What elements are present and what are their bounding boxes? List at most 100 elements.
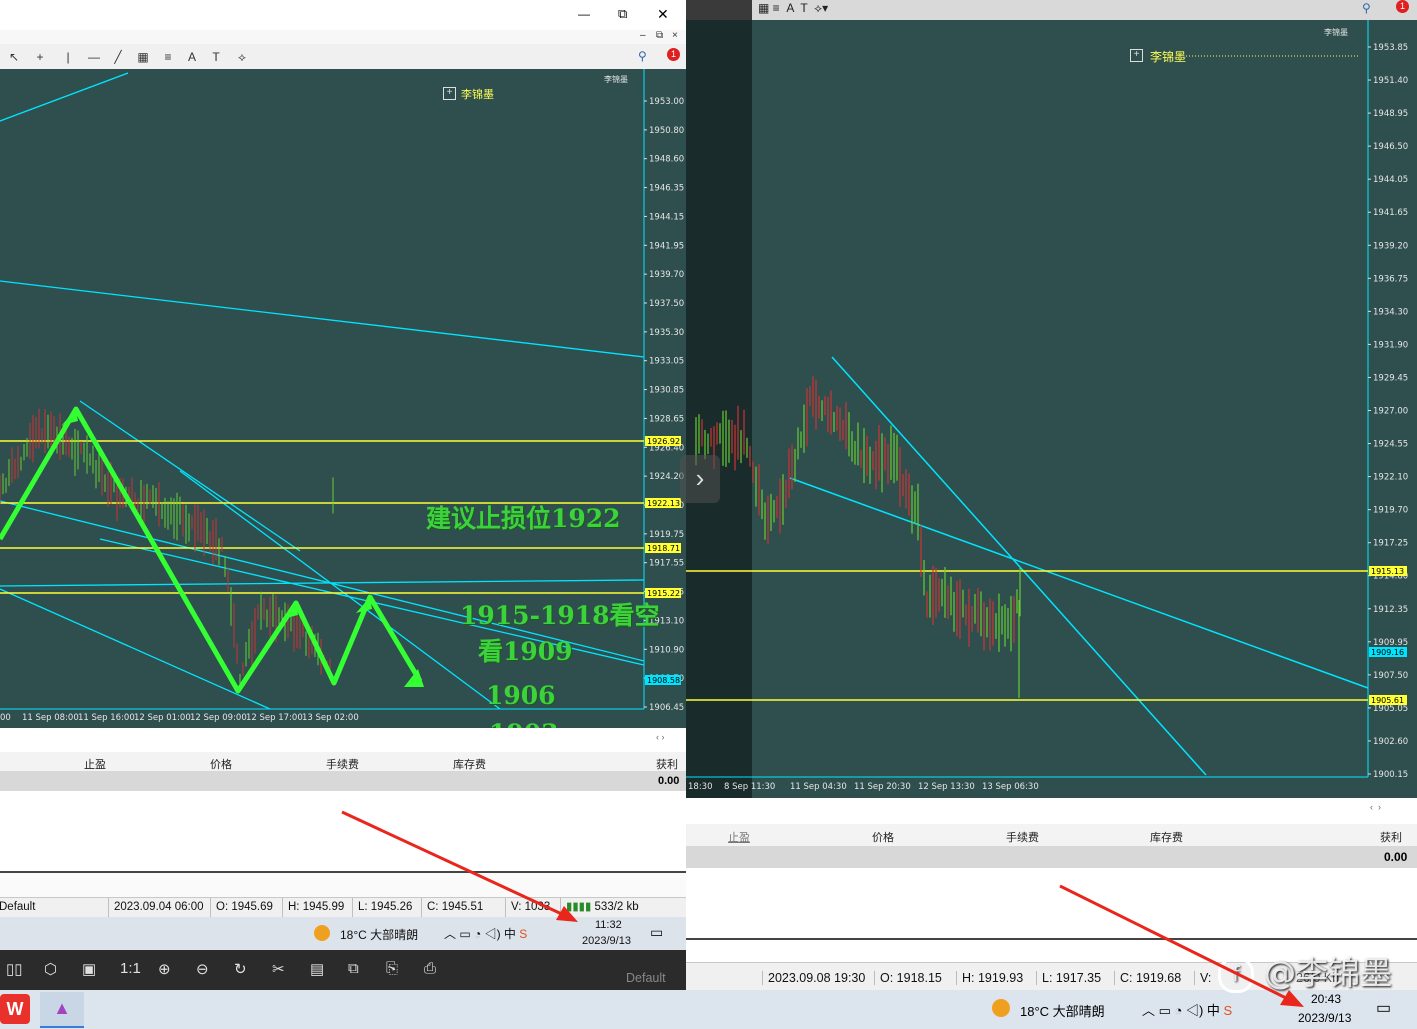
right-status-open: O: 1918.15 (874, 971, 942, 985)
vertical-line-icon[interactable]: | (60, 49, 76, 65)
annotation-stop: 建议止损位1922 (426, 504, 621, 533)
right-toolbar-icons[interactable]: ▦ ≡ A T ⟡▾ (758, 1, 828, 16)
left-zigzag-arrowhead (282, 603, 298, 619)
right-trade-table-header: 止盈 价格 手续费 库存费 获利 (686, 824, 1417, 847)
right-scroll-strip[interactable]: ‹ › (686, 798, 1417, 824)
left-y-tick-label: 1946.35 (649, 184, 684, 194)
left-y-tick-label: 1924.20 (649, 472, 684, 482)
photos-app-icon[interactable]: ▲ (40, 992, 84, 1028)
col-swap[interactable]: 库存费 (453, 756, 486, 772)
next-image-button[interactable]: › (680, 455, 720, 503)
annotation-short: 1915-1918看空 (460, 601, 660, 630)
viewer-tool-icon-4[interactable]: ⊕ (158, 960, 171, 978)
clock-time[interactable]: 11:32 (595, 919, 622, 931)
right-status-volume: V: (1194, 971, 1211, 985)
right-y-tick-label: 1931.90 (1373, 340, 1408, 350)
viewer-tool-icon-11[interactable]: ⎙ (424, 960, 436, 977)
right-alert-badge[interactable]: 1 (1396, 0, 1409, 13)
cursor-icon[interactable]: ↖ (6, 49, 22, 65)
left-taskbar: 18°C 大部晴朗 ︿ ▭ ◔ ◁) 中 S 11:32 2023/9/13 ▭ (0, 917, 686, 950)
channel-icon[interactable]: ▦ (135, 49, 151, 65)
right-trendline (831, 356, 1207, 776)
left-price-tag: 1918.71 (647, 544, 680, 553)
left-window: — ⧉ ✕ – ⧉ × ↖ + | — ╱ ▦ ≡ A T ⟡ ⚲ 1 1953… (0, 0, 686, 950)
col-fee[interactable]: 手续费 (326, 756, 359, 772)
sub-minimize-button[interactable]: – (640, 30, 646, 41)
close-button[interactable]: ✕ (657, 6, 669, 23)
col-price[interactable]: 价格 (210, 756, 232, 772)
horizontal-line-icon[interactable]: — (86, 49, 102, 65)
status-volume: V: 1033 (505, 898, 550, 918)
main-clock-date[interactable]: 2023/9/13 (1298, 1011, 1351, 1025)
left-y-tick-label: 1941.95 (649, 241, 684, 251)
left-scroll-strip[interactable]: ‹ › (0, 728, 686, 752)
viewer-tool-icon-10[interactable]: ⎘ (386, 960, 398, 977)
left-trendline (0, 280, 645, 358)
right-col-take-profit[interactable]: 止盈 (728, 829, 750, 845)
wps-app-icon[interactable]: W (0, 994, 30, 1024)
traffic-value: 533/2 kb (594, 901, 639, 913)
viewer-tool-icon-2[interactable]: ▣ (82, 960, 96, 978)
left-y-tick-label: 1953.00 (649, 97, 684, 107)
left-y-tick-label: 1944.15 (649, 212, 684, 222)
col-take-profit[interactable]: 止盈 (84, 756, 106, 772)
minimize-button[interactable]: — (578, 7, 590, 21)
main-weather-text[interactable]: 18°C 大部晴朗 (1020, 1001, 1105, 1020)
col-profit[interactable]: 获利 (656, 756, 678, 772)
sub-close-button[interactable]: × (672, 30, 678, 41)
right-col-profit[interactable]: 获利 (1380, 829, 1402, 845)
sub-restore-button[interactable]: ⧉ (656, 30, 663, 41)
right-y-tick-label: 1927.00 (1373, 407, 1408, 417)
notification-icon[interactable]: ▭ (650, 924, 663, 941)
right-x-tick-label: 13 Sep 06:30 (982, 782, 1039, 792)
viewer-tool-icon-6[interactable]: ↻ (234, 960, 247, 978)
viewer-tool-icon-7[interactable]: ✂ (272, 960, 285, 978)
right-y-tick-label: 1944.05 (1373, 175, 1408, 185)
right-col-price[interactable]: 价格 (872, 829, 894, 845)
right-search-icon[interactable]: ⚲ (1362, 1, 1371, 15)
left-y-tick-label: 1950.80 (649, 126, 684, 136)
status-open: O: 1945.69 (210, 898, 273, 918)
viewer-tool-icon-5[interactable]: ⊖ (196, 960, 209, 978)
left-divider (0, 871, 686, 900)
viewer-tool-icon-8[interactable]: ▤ (310, 960, 324, 978)
viewer-tool-icon-3[interactable]: 1:1 (120, 960, 141, 977)
left-total-row: 0.00 (0, 771, 686, 791)
left-trendline (0, 588, 271, 710)
right-col-fee[interactable]: 手续费 (1006, 829, 1039, 845)
right-price-tag: 1905.61 (1371, 696, 1404, 705)
right-col-swap[interactable]: 库存费 (1150, 829, 1183, 845)
trendline-icon[interactable]: ╱ (110, 49, 126, 65)
fibonacci-icon[interactable]: ≡ (160, 49, 176, 65)
tray-icons[interactable]: ︿ ▭ ◔ ◁) 中 S (444, 925, 527, 942)
main-clock-time[interactable]: 20:43 (1311, 992, 1341, 1006)
left-price-tag: 1922.13 (647, 499, 680, 508)
main-weather-icon[interactable] (992, 999, 1010, 1017)
viewer-tool-icon-0[interactable]: ▯▯ (6, 960, 23, 978)
signal-bars-icon: ▮▮▮▮ (566, 901, 592, 913)
viewer-dark-gap (686, 0, 752, 20)
left-x-tick-label: 11 Sep 08:00 (22, 713, 79, 723)
weather-icon[interactable] (314, 925, 330, 941)
left-y-tick-label: 1906.45 (649, 703, 684, 713)
indicator-expand-icon[interactable]: + (443, 87, 456, 100)
search-icon[interactable]: ⚲ (638, 49, 647, 63)
indicator-label: 李锦墨 (461, 89, 494, 101)
right-y-tick-label: 1924.55 (1373, 440, 1408, 450)
weather-text[interactable]: 18°C 大部晴朗 (340, 926, 418, 943)
shapes-icon[interactable]: ⟡ (234, 49, 250, 65)
text-icon[interactable]: A (184, 49, 200, 65)
clock-date[interactable]: 2023/9/13 (582, 935, 631, 947)
crosshair-icon[interactable]: + (32, 49, 48, 65)
right-y-tick-label: 1902.60 (1373, 737, 1408, 747)
right-price-chart[interactable]: 1953.85 1951.40 1948.95 1946.50 1944.05 1941.… (686, 20, 1417, 798)
alert-badge[interactable]: 1 (667, 48, 680, 61)
status-high: H: 1945.99 (282, 898, 344, 918)
viewer-tool-icon-1[interactable]: ⬡ (44, 960, 57, 978)
viewer-tool-icon-9[interactable]: ⧉ (348, 960, 359, 977)
label-icon[interactable]: T (208, 49, 224, 65)
main-notification-icon[interactable]: ▭ (1376, 998, 1391, 1018)
restore-button[interactable]: ⧉ (618, 6, 627, 22)
right-indicator-expand-icon[interactable]: + (1130, 49, 1143, 62)
main-tray-icons[interactable]: ︿ ▭ ◔ ◁) 中 S (1142, 1000, 1232, 1019)
